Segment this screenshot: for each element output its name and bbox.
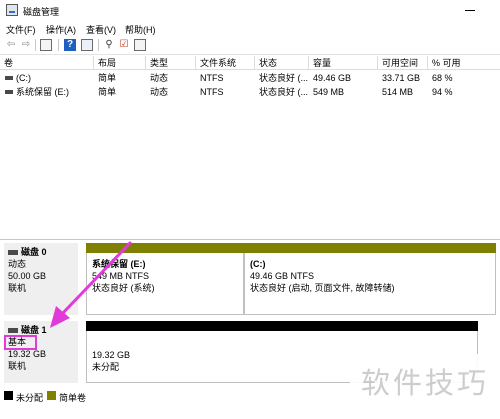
- capacity-cell: 549 MB: [313, 87, 345, 97]
- partition-name: (C:): [250, 259, 266, 269]
- back-arrow-icon[interactable]: ⇦: [5, 39, 17, 51]
- filesystem-cell: NTFS: [200, 73, 224, 83]
- disk-name: 磁盘 0: [21, 247, 47, 257]
- percent-free-cell: 68 %: [432, 73, 453, 83]
- forward-arrow-icon[interactable]: ⇨: [20, 39, 32, 51]
- column-header-type[interactable]: 类型: [146, 56, 196, 70]
- disk-1-label[interactable]: 磁盘 1 基本 19.32 GB 联机: [4, 321, 78, 383]
- toolbar: ⇦ ⇨ ? ⚲ ☑: [0, 36, 500, 55]
- disk-0-label[interactable]: 磁盘 0 动态 50.00 GB 联机: [4, 243, 78, 315]
- partition-name: 系统保留 (E:): [92, 259, 146, 269]
- column-header-status[interactable]: 状态: [255, 56, 309, 70]
- legend: 未分配 简单卷: [0, 388, 345, 404]
- type-cell: 动态: [150, 73, 169, 83]
- help-icon[interactable]: ?: [64, 39, 76, 51]
- filesystem-cell: NTFS: [200, 87, 224, 97]
- simple-volume-swatch: [47, 391, 56, 400]
- watermark: 软件技巧: [350, 354, 500, 419]
- disk-name: 磁盘 1: [21, 325, 47, 335]
- disk-status: 联机: [8, 283, 27, 293]
- column-header-percent-free[interactable]: % 可用: [428, 56, 500, 70]
- layout-cell: 简单: [98, 87, 117, 97]
- table-row[interactable]: 系统保留 (E:) 简单 动态 NTFS 状态良好 (... 549 MB 51…: [0, 85, 500, 99]
- partition-status: 未分配: [92, 362, 120, 372]
- key-icon[interactable]: ⚲: [103, 39, 115, 51]
- minimize-icon[interactable]: [465, 10, 475, 11]
- percent-free-cell: 94 %: [432, 87, 453, 97]
- disk-size: 50.00 GB: [8, 271, 47, 281]
- unallocated-swatch: [4, 391, 13, 400]
- column-header-layout[interactable]: 布局: [94, 56, 146, 70]
- legend-simple-volume-label: 简单卷: [59, 393, 87, 403]
- capacity-cell: 49.46 GB: [313, 73, 352, 83]
- column-header-free-space[interactable]: 可用空间: [378, 56, 428, 70]
- partition-detail: 19.32 GB: [92, 350, 131, 360]
- partition-c-drive[interactable]: (C:) 49.46 GB NTFS 状态良好 (启动, 页面文件, 故障转储): [244, 243, 496, 315]
- menu-file[interactable]: 文件(F): [6, 23, 36, 36]
- menu-view[interactable]: 查看(V): [86, 23, 116, 36]
- drive-icon: [5, 76, 13, 80]
- properties-icon[interactable]: [81, 39, 93, 51]
- disk-icon: [8, 250, 18, 256]
- free-space-cell: 33.71 GB: [382, 73, 421, 83]
- simple-volume-bar: [244, 243, 496, 253]
- console-tree-icon[interactable]: [40, 39, 52, 51]
- menu-action[interactable]: 操作(A): [46, 23, 76, 36]
- drive-icon: [5, 90, 13, 94]
- window-title: 磁盘管理: [23, 7, 60, 17]
- partition-status: 状态良好 (启动, 页面文件, 故障转储): [250, 283, 395, 293]
- table-row[interactable]: (C:) 简单 动态 NTFS 状态良好 (... 49.46 GB 33.71…: [0, 71, 500, 85]
- menu-bar: 文件(F) 操作(A) 查看(V) 帮助(H): [0, 21, 500, 36]
- checklist-icon[interactable]: ☑: [118, 39, 130, 51]
- column-header-filesystem[interactable]: 文件系统: [196, 56, 255, 70]
- volume-list: 卷 布局 类型 文件系统 状态 容量 可用空间 % 可用 (C:) 简单 动态 …: [0, 56, 500, 240]
- legend-unallocated-label: 未分配: [16, 393, 44, 403]
- simple-volume-bar: [86, 243, 244, 253]
- column-header-volume[interactable]: 卷: [0, 56, 94, 70]
- disk-type: 动态: [8, 259, 27, 269]
- disk-status: 联机: [8, 361, 27, 371]
- disk-icon: [8, 328, 18, 334]
- partition-status: 状态良好 (系统): [92, 283, 155, 293]
- volume-name: 系统保留 (E:): [16, 87, 69, 97]
- type-cell: 动态: [150, 87, 169, 97]
- free-space-cell: 514 MB: [382, 87, 414, 97]
- menu-help[interactable]: 帮助(H): [125, 23, 156, 36]
- column-header-capacity[interactable]: 容量: [309, 56, 378, 70]
- status-cell: 状态良好 (...: [259, 73, 308, 83]
- view-icon[interactable]: [134, 39, 146, 51]
- annotation-highlight-box: [4, 335, 37, 350]
- layout-cell: 简单: [98, 73, 117, 83]
- volume-name: (C:): [16, 73, 31, 83]
- partition-detail: 49.46 GB NTFS: [250, 271, 315, 281]
- unallocated-bar: [86, 321, 478, 331]
- title-bar: 磁盘管理: [0, 0, 500, 22]
- status-cell: 状态良好 (...: [259, 87, 308, 97]
- partition-detail: 549 MB NTFS: [92, 271, 150, 281]
- partition-system-reserved[interactable]: 系统保留 (E:) 549 MB NTFS 状态良好 (系统): [86, 243, 244, 315]
- disk-management-app-icon: [6, 4, 18, 16]
